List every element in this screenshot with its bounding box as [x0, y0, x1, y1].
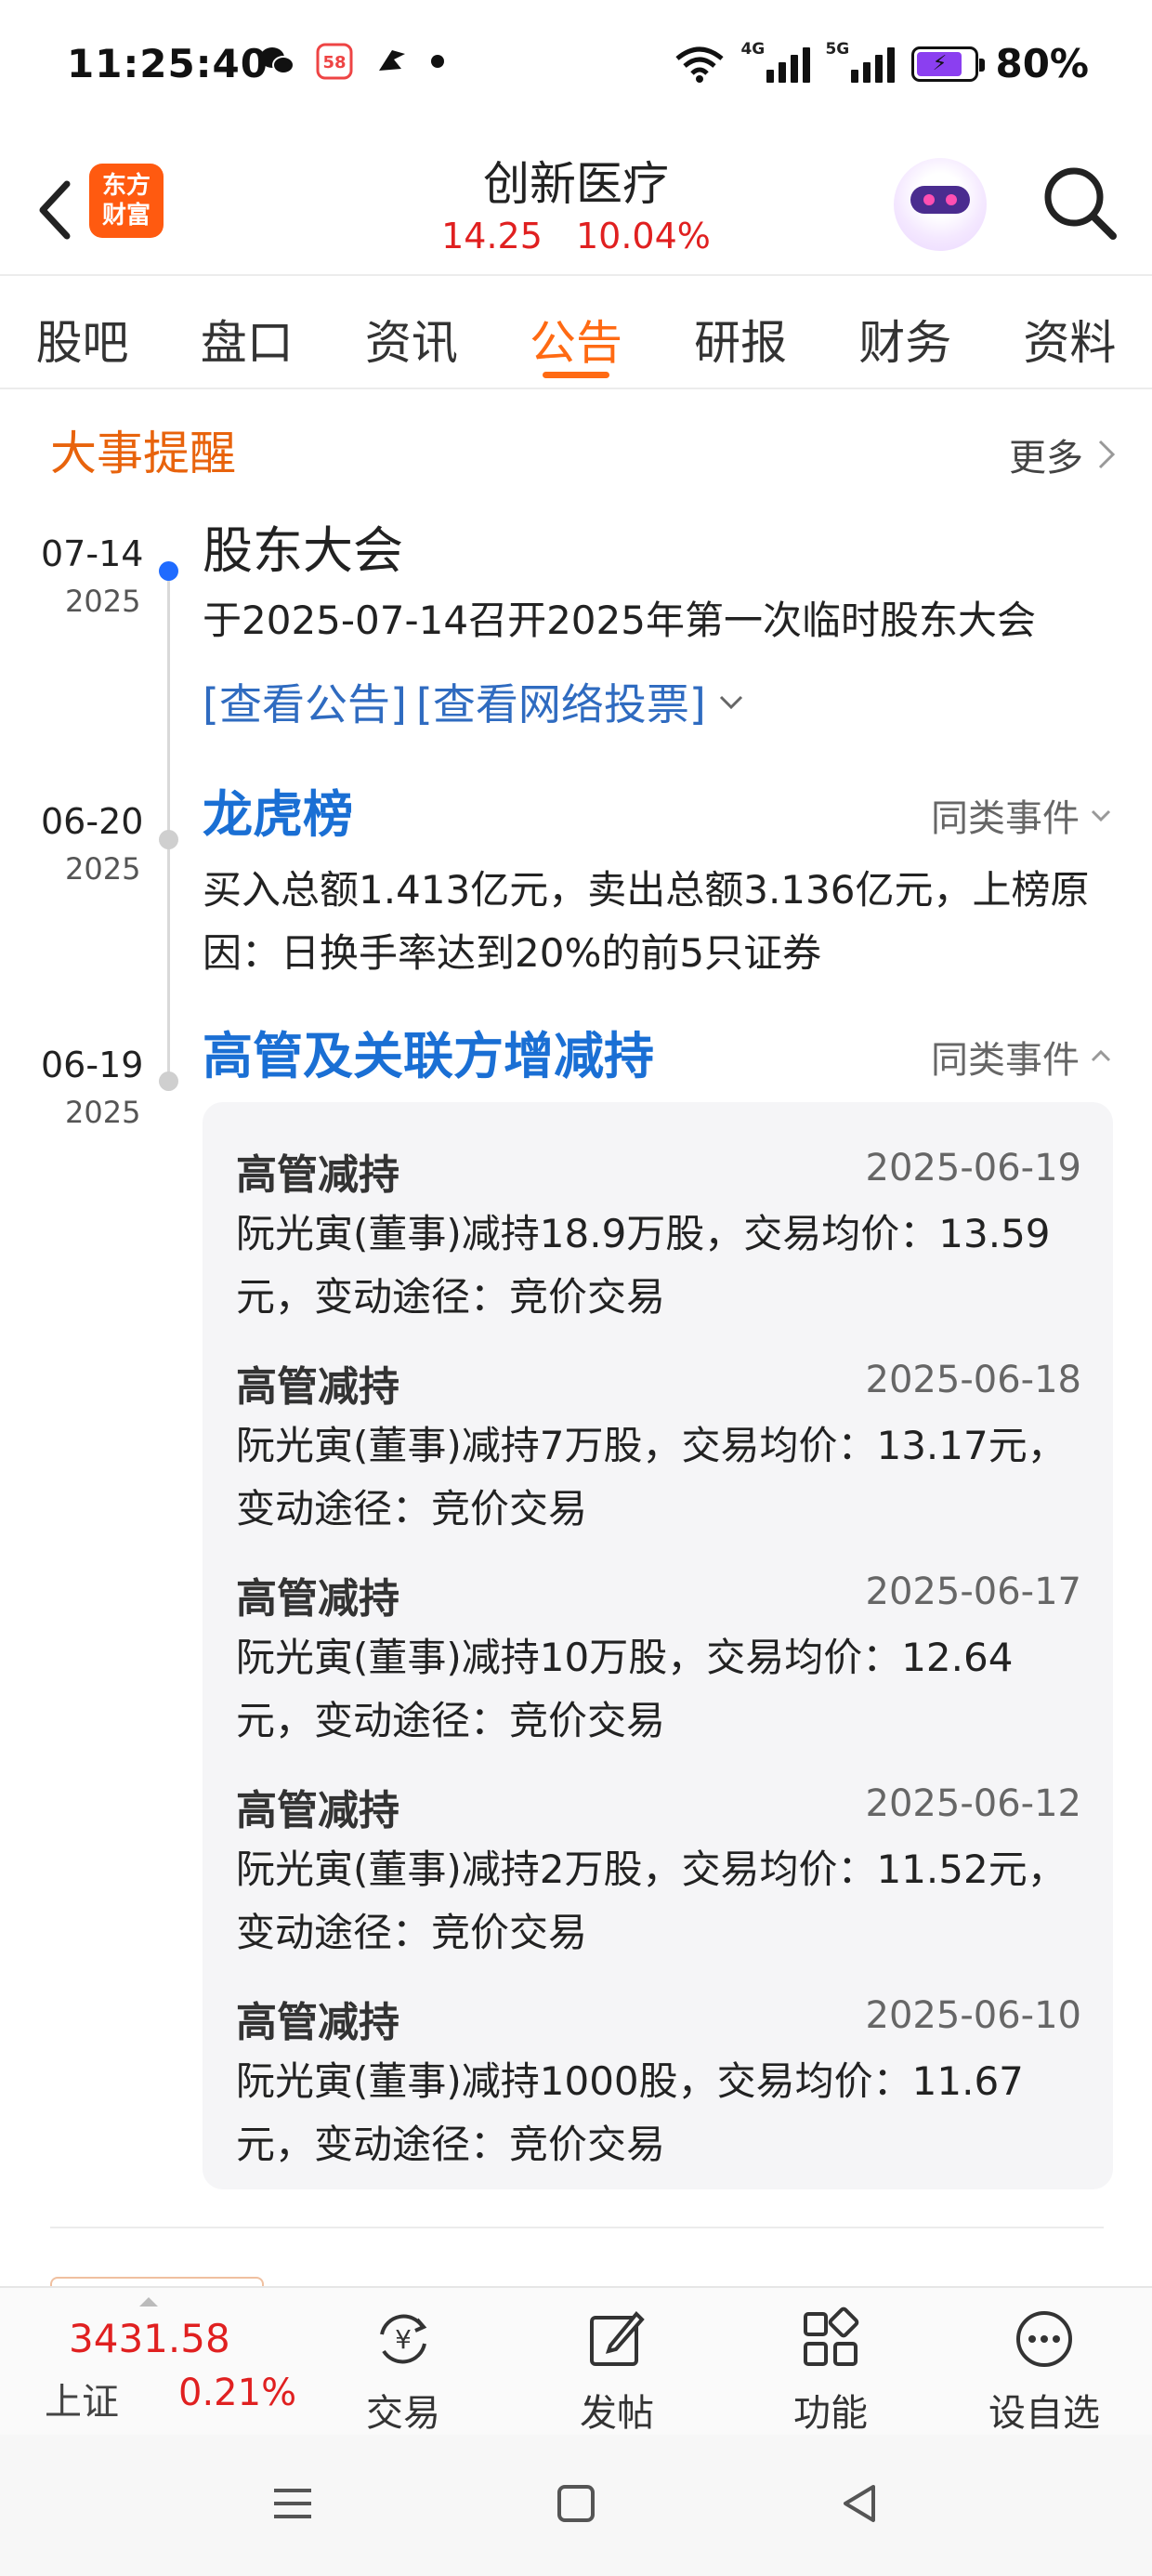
similar-events-toggle[interactable]: 同类事件: [931, 788, 1113, 842]
section-title: 大事提醒: [50, 427, 236, 480]
tab-bar: 股吧 盘口 资讯 公告 研报 财务 资料: [0, 276, 1152, 388]
event-text: 买入总额1.413亿元，卖出总额3.136亿元，上榜原因：日换手率达到20%的前…: [203, 867, 1090, 976]
tab-pankou[interactable]: 盘口: [164, 276, 329, 388]
post-label: 发帖: [580, 2392, 654, 2435]
tab-profile[interactable]: 资料: [988, 276, 1152, 388]
trade-button[interactable]: ¥ 交易: [320, 2307, 487, 2437]
status-bar: 11:25:40 58 4G 5G ⚡ 80%: [0, 0, 1152, 139]
signal-5g-icon: 5G: [825, 40, 896, 83]
item-date: 2025-06-17: [865, 1571, 1081, 1613]
item-date: 2025-06-10: [865, 1994, 1081, 2037]
tabs-divider: [0, 388, 1152, 389]
tab-announcements[interactable]: 公告: [493, 276, 658, 388]
signal-4g-icon: 4G: [740, 40, 811, 83]
item-date: 2025-06-19: [865, 1147, 1081, 1189]
item-title: 高管减持: [236, 1151, 399, 1199]
view-announcement-link[interactable]: [查看公告]: [203, 671, 407, 732]
functions-label: 功能: [793, 2392, 868, 2435]
similar-events-toggle[interactable]: 同类事件: [931, 1030, 1113, 1084]
grid-icon: [804, 2307, 859, 2366]
post-button[interactable]: 发帖: [533, 2307, 700, 2437]
view-online-vote-link[interactable]: [查看网络投票]: [416, 671, 706, 732]
more-link[interactable]: 更多: [1009, 427, 1117, 481]
content-divider: [50, 2227, 1104, 2228]
event-year: 2025: [65, 584, 141, 619]
item-desc: 阮光寅(董事)减持1000股，交易均价：11.67元，变动途径：竞价交易: [236, 2058, 1024, 2167]
bird-app-icon: [373, 43, 411, 80]
event-text: 于2025-07-14召开2025年第一次临时股东大会: [203, 598, 1036, 643]
system-nav-bar: [0, 2435, 1152, 2576]
tab-finance[interactable]: 财务: [823, 276, 988, 388]
58-app-icon: 58: [316, 43, 353, 80]
status-app-icons: 58: [258, 43, 444, 80]
battery-icon: ⚡: [911, 46, 986, 82]
item-title: 高管减持: [236, 1363, 399, 1411]
timeline-line: [167, 569, 170, 1082]
event-date: 07-14: [41, 533, 144, 574]
item-desc: 阮光寅(董事)减持2万股，交易均价：11.52元，变动途径：竞价交易: [236, 1847, 1067, 1955]
event-title: 股东大会: [203, 521, 403, 580]
svg-text:58: 58: [322, 53, 346, 72]
home-square-icon[interactable]: [548, 2476, 604, 2531]
dot-icon: [431, 55, 444, 68]
wifi-icon: [675, 46, 725, 83]
robot-assistant-avatar[interactable]: [894, 158, 987, 251]
timeline-dot-active: [159, 561, 178, 581]
svg-text:¥: ¥: [395, 2324, 412, 2355]
add-watchlist-button[interactable]: 设自选: [961, 2307, 1128, 2437]
chevron-up-icon: [1091, 1049, 1111, 1062]
event-year: 2025: [65, 851, 141, 887]
bottom-toolbar: 3431.58 上证 0.21% ¥ 交易 发帖 功能 设自选: [0, 2286, 1152, 2435]
chevron-down-icon: [1091, 809, 1111, 822]
index-change-pct[interactable]: 0.21%: [178, 2372, 296, 2414]
stock-change-pct: 10.04%: [575, 216, 711, 256]
index-value[interactable]: 3431.58: [69, 2316, 230, 2361]
event-title[interactable]: 龙虎榜: [203, 773, 353, 847]
item-title: 高管减持: [236, 1787, 399, 1834]
event-links: [查看公告] [查看网络投票]: [203, 671, 747, 732]
index-name[interactable]: 上证: [45, 2372, 119, 2425]
item-desc: 阮光寅(董事)减持7万股，交易均价：13.17元，变动途径：竞价交易: [236, 1423, 1067, 1531]
insider-trades-box: 高管减持 2025-06-19 阮光寅(董事)减持18.9万股，交易均价：13.…: [203, 1102, 1113, 2189]
header: 东方 财富 创新医疗 14.25 10.04%: [0, 139, 1152, 274]
item-title: 高管减持: [236, 1575, 399, 1623]
chevron-right-icon: [1098, 440, 1116, 469]
trade-label: 交易: [366, 2392, 440, 2435]
caret-up-icon[interactable]: [139, 2297, 158, 2307]
item-title: 高管减持: [236, 1999, 399, 2046]
search-icon[interactable]: [1039, 162, 1122, 245]
item-date: 2025-06-12: [865, 1782, 1081, 1825]
stock-price: 14.25: [441, 216, 543, 256]
timeline-dot: [159, 1071, 178, 1091]
event-year: 2025: [65, 1095, 141, 1130]
more-dots-icon: [1016, 2311, 1072, 2367]
wechat-icon: [258, 43, 295, 80]
add-watchlist-label: 设自选: [988, 2392, 1100, 2435]
chevron-down-icon[interactable]: [715, 688, 747, 716]
status-time: 11:25:40: [67, 41, 268, 86]
item-desc: 阮光寅(董事)减持10万股，交易均价：12.64元，变动途径：竞价交易: [236, 1635, 1014, 1743]
timeline-dot: [159, 830, 178, 849]
trade-yuan-icon: ¥: [380, 2314, 427, 2364]
functions-button[interactable]: 功能: [747, 2307, 914, 2437]
tab-news[interactable]: 资讯: [329, 276, 493, 388]
back-triangle-icon[interactable]: [832, 2476, 888, 2531]
event-title[interactable]: 高管及关联方增减持: [203, 1015, 654, 1088]
event-date: 06-20: [41, 801, 144, 842]
tab-guba[interactable]: 股吧: [0, 276, 164, 388]
edit-icon: [590, 2311, 645, 2366]
status-right: 4G 5G ⚡ 80%: [674, 40, 1089, 86]
more-label: 更多: [1009, 437, 1083, 480]
tab-research[interactable]: 研报: [659, 276, 823, 388]
item-date: 2025-06-18: [865, 1359, 1081, 1401]
menu-icon[interactable]: [265, 2476, 321, 2531]
item-desc: 阮光寅(董事)减持18.9万股，交易均价：13.59元，变动途径：竞价交易: [236, 1211, 1051, 1320]
event-date: 06-19: [41, 1045, 144, 1085]
battery-percent: 80%: [995, 41, 1089, 86]
